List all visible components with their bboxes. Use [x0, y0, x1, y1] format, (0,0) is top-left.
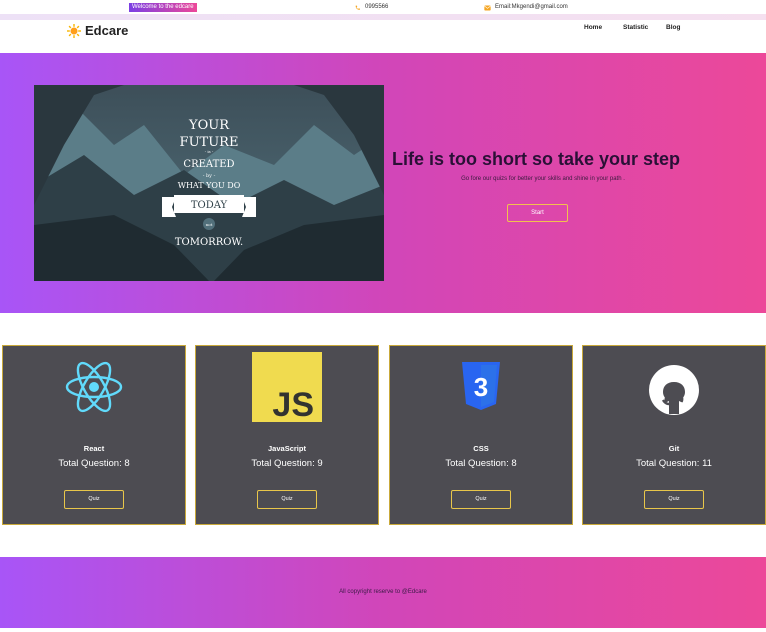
js-logo-text: JS	[272, 386, 314, 422]
hero-subtitle: Go fore our quizs for better your skills…	[461, 176, 625, 182]
css3-logo-icon: 3	[462, 362, 500, 410]
poster-line-8: not	[206, 222, 213, 227]
github-logo-icon	[649, 365, 699, 415]
poster-line-3: - is -	[205, 149, 214, 154]
card-title: CSS	[473, 444, 489, 453]
poster-line-5: - by -	[203, 173, 216, 179]
quiz-button[interactable]: Quiz	[451, 490, 511, 509]
quiz-card-react: React Total Question: 8 Quiz	[2, 345, 186, 525]
quiz-button[interactable]: Quiz	[64, 490, 124, 509]
card-question-count: Total Question: 8	[58, 458, 130, 469]
site-header: Edcare Home Statistic Blog	[0, 20, 766, 53]
phone-contact: 0995566	[354, 3, 388, 12]
card-question-count: Total Question: 8	[445, 458, 517, 469]
quiz-card-git: Git Total Question: 11 Quiz	[582, 345, 766, 525]
site-footer: All copyright reserve to @Edcare	[0, 557, 766, 628]
poster-line-1: YOUR	[188, 118, 230, 133]
card-question-count: Total Question: 9	[251, 458, 323, 469]
poster-line-7: TODAY	[191, 200, 228, 211]
quiz-card-css: 3 CSS Total Question: 8 Quiz	[389, 345, 573, 525]
poster-line-9: TOMORROW.	[175, 237, 243, 248]
card-title: JavaScript	[268, 444, 306, 453]
nav-blog[interactable]: Blog	[666, 24, 680, 31]
react-logo-icon	[65, 361, 123, 413]
welcome-banner: Welcome to the edcare	[129, 3, 197, 12]
hero-poster-image: YOUR FUTURE - is - CREATED - by - WHAT Y…	[34, 85, 384, 281]
sun-icon	[67, 23, 81, 38]
copyright-text: All copyright reserve to @Edcare	[339, 589, 427, 595]
email-address: Email:Mkgendi@gmail.com	[495, 4, 568, 10]
poster-line-2: FUTURE	[180, 135, 239, 150]
hero-title: Life is too short so take your step	[392, 149, 681, 169]
nav-home[interactable]: Home	[584, 24, 602, 31]
poster-line-6: WHAT YOU DO	[178, 181, 241, 190]
phone-icon	[355, 5, 360, 10]
nav-statistic[interactable]: Statistic	[623, 24, 648, 31]
mail-icon	[484, 5, 491, 10]
start-button[interactable]: Start	[507, 204, 568, 222]
quiz-card-javascript: JS JavaScript Total Question: 9 Quiz	[195, 345, 379, 525]
hero-section: YOUR FUTURE - is - CREATED - by - WHAT Y…	[0, 53, 766, 313]
email-contact: Email:Mkgendi@gmail.com	[484, 3, 568, 12]
quiz-button[interactable]: Quiz	[644, 490, 704, 509]
poster-line-4: CREATED	[183, 159, 234, 170]
brand-name: Edcare	[85, 23, 129, 38]
quiz-button[interactable]: Quiz	[257, 490, 317, 509]
phone-number: 0995566	[365, 4, 389, 10]
javascript-logo-icon: JS	[252, 352, 322, 422]
card-title: React	[83, 444, 105, 453]
brand-logo[interactable]: Edcare	[67, 23, 128, 38]
css-logo-text: 3	[474, 372, 488, 402]
card-question-count: Total Question: 11	[636, 458, 712, 469]
card-title: Git	[668, 444, 680, 453]
top-info-bar: Welcome to the edcare 0995566 Email:Mkge…	[0, 0, 766, 14]
